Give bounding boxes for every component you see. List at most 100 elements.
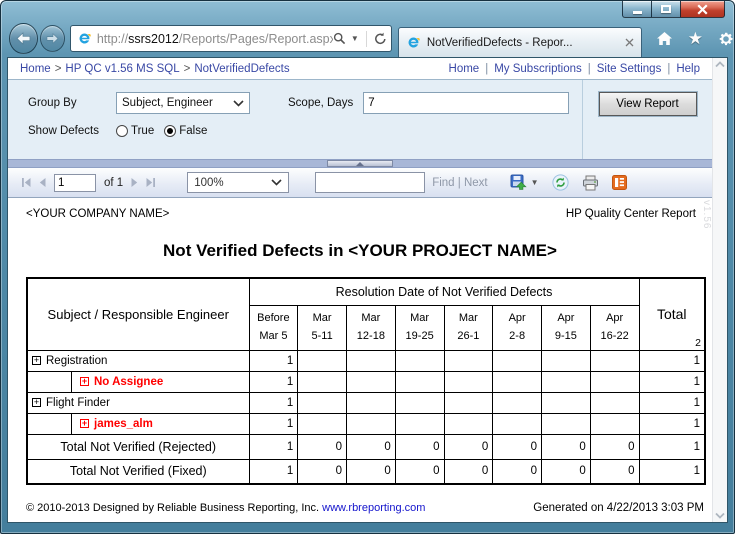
address-bar[interactable]: http://ssrs2012/Reports/Pages/Report.asp… bbox=[69, 25, 392, 52]
scope-days-label: Scope, Days bbox=[288, 97, 354, 109]
expand-icon[interactable]: + bbox=[80, 419, 89, 428]
report-title: Not Verified Defects in <YOUR PROJECT NA… bbox=[163, 241, 557, 260]
current-page-input[interactable] bbox=[54, 173, 96, 192]
minimize-button[interactable] bbox=[622, 1, 652, 18]
company-name-placeholder: <YOUR COMPANY NAME> bbox=[26, 208, 170, 220]
value-cell bbox=[346, 391, 396, 414]
last-page-button[interactable] bbox=[145, 177, 156, 188]
scroll-down-icon[interactable] bbox=[715, 512, 725, 519]
first-page-icon bbox=[22, 178, 31, 187]
find-text-input[interactable] bbox=[315, 172, 426, 193]
print-button[interactable] bbox=[582, 175, 599, 191]
value-cell bbox=[541, 391, 591, 414]
table-row: + james_alm 1 1 bbox=[26, 412, 706, 435]
search-icon[interactable] bbox=[333, 32, 346, 45]
view-report-button[interactable]: View Report bbox=[597, 91, 698, 117]
column-header-period: Mar 19-25 bbox=[394, 304, 445, 351]
scroll-up-icon[interactable] bbox=[715, 61, 725, 68]
row-total-cell: 1 bbox=[638, 370, 706, 393]
value-cell bbox=[492, 412, 542, 435]
find-next-link[interactable]: Next bbox=[464, 177, 488, 189]
value-cell bbox=[492, 349, 542, 372]
url-text: http://ssrs2012/Reports/Pages/Report.asp… bbox=[96, 31, 333, 46]
breadcrumb-folder-link[interactable]: HP QC v1.56 MS SQL bbox=[65, 63, 179, 75]
table-row: Total Not Verified (Rejected) 1 0 0 0 0 0 0 0 1 bbox=[26, 433, 706, 460]
previous-page-button[interactable] bbox=[38, 177, 47, 188]
vertical-scrollbar[interactable] bbox=[712, 58, 727, 522]
home-icon[interactable] bbox=[656, 31, 673, 46]
version-watermark: v1.56 bbox=[701, 200, 712, 230]
tab-close-icon[interactable] bbox=[625, 38, 634, 47]
radio-false[interactable] bbox=[164, 125, 177, 137]
breadcrumb-home-link[interactable]: Home bbox=[20, 63, 51, 75]
export-button[interactable]: ▼ bbox=[510, 174, 539, 191]
browser-tab[interactable]: NotVerifiedDefects - Repor... bbox=[397, 27, 642, 57]
site-link-help[interactable]: Help bbox=[676, 63, 700, 75]
column-header-period: Mar 5-11 bbox=[297, 304, 347, 351]
value-cell: 0 bbox=[492, 458, 542, 485]
splitter-collapse-handle[interactable] bbox=[327, 160, 393, 167]
value-cell bbox=[541, 412, 591, 435]
radio-false-label[interactable]: False bbox=[179, 125, 207, 137]
back-button[interactable] bbox=[9, 23, 38, 54]
maximize-button[interactable] bbox=[652, 1, 680, 18]
value-cell bbox=[443, 370, 494, 393]
row-total-cell: 1 bbox=[638, 349, 706, 372]
value-cell: 0 bbox=[346, 433, 396, 460]
data-feed-button[interactable] bbox=[611, 175, 627, 190]
show-defects-label: Show Defects bbox=[28, 125, 99, 137]
browser-window: http://ssrs2012/Reports/Pages/Report.asp… bbox=[0, 0, 735, 534]
value-cell bbox=[297, 349, 347, 372]
favorites-star-icon[interactable]: ★ bbox=[688, 30, 703, 47]
value-cell: 1 bbox=[248, 391, 299, 414]
refresh-report-button[interactable] bbox=[551, 174, 569, 191]
ie-logo-icon bbox=[79, 33, 91, 44]
expand-icon[interactable]: + bbox=[80, 377, 89, 386]
group-row-label: + No Assignee bbox=[28, 371, 249, 392]
refresh-page-icon[interactable] bbox=[374, 32, 387, 45]
forward-button[interactable] bbox=[39, 25, 65, 52]
column-header-total: Total 2 bbox=[638, 277, 706, 351]
site-link-home[interactable]: Home bbox=[449, 63, 480, 75]
settings-gear-icon[interactable] bbox=[718, 31, 734, 47]
table-row: Total Not Verified (Fixed) 1 0 0 0 0 0 0 0 1 bbox=[26, 458, 706, 485]
row-total-cell: 1 bbox=[638, 458, 706, 485]
group-row-label: + Registration bbox=[32, 354, 108, 367]
last-page-icon bbox=[146, 178, 156, 187]
window-controls bbox=[622, 1, 725, 18]
defects-table: Subject / Responsible Engineer Resolutio… bbox=[26, 277, 706, 485]
printer-icon bbox=[582, 175, 598, 190]
find-link[interactable]: Find bbox=[432, 177, 454, 189]
value-cell bbox=[346, 412, 396, 435]
radio-true[interactable] bbox=[116, 125, 128, 137]
scope-days-input[interactable] bbox=[363, 92, 570, 114]
radio-true-label[interactable]: True bbox=[131, 125, 154, 137]
expand-icon[interactable]: + bbox=[32, 398, 41, 407]
zoom-dropdown[interactable]: 100% bbox=[187, 172, 290, 193]
browser-action-icons: ★ bbox=[656, 30, 734, 47]
value-cell: 0 bbox=[443, 458, 494, 485]
expand-icon[interactable]: + bbox=[32, 356, 41, 365]
rbreporting-link[interactable]: www.rbreporting.com bbox=[322, 502, 425, 514]
table-row: + Registration 1 1 bbox=[26, 349, 706, 372]
column-header-period: Apr 16-22 bbox=[589, 304, 640, 351]
group-row-label: + Flight Finder bbox=[32, 396, 110, 409]
close-button[interactable] bbox=[680, 1, 725, 18]
column-header-period: Apr 2-8 bbox=[492, 304, 542, 351]
breadcrumb-report-link[interactable]: NotVerifiedDefects bbox=[194, 63, 289, 75]
column-header-period: Apr 9-15 bbox=[541, 304, 591, 351]
group-by-dropdown[interactable]: Subject, Engineer bbox=[116, 92, 250, 114]
breadcrumb: Home > HP QC v1.56 MS SQL > NotVerifiedD… bbox=[8, 58, 712, 79]
column-header-subject: Subject / Responsible Engineer bbox=[26, 277, 250, 351]
site-link-site-settings[interactable]: Site Settings bbox=[597, 63, 662, 75]
site-link-my-subscriptions[interactable]: My Subscriptions bbox=[494, 63, 582, 75]
first-page-button[interactable] bbox=[21, 177, 32, 188]
next-page-button[interactable] bbox=[130, 177, 139, 188]
value-cell bbox=[589, 349, 640, 372]
address-dropdown-icon[interactable]: ▼ bbox=[351, 34, 359, 43]
value-cell bbox=[443, 349, 494, 372]
value-cell bbox=[394, 349, 445, 372]
export-save-icon bbox=[510, 174, 527, 190]
value-cell bbox=[394, 370, 445, 393]
table-row: + No Assignee 1 1 bbox=[26, 370, 706, 393]
